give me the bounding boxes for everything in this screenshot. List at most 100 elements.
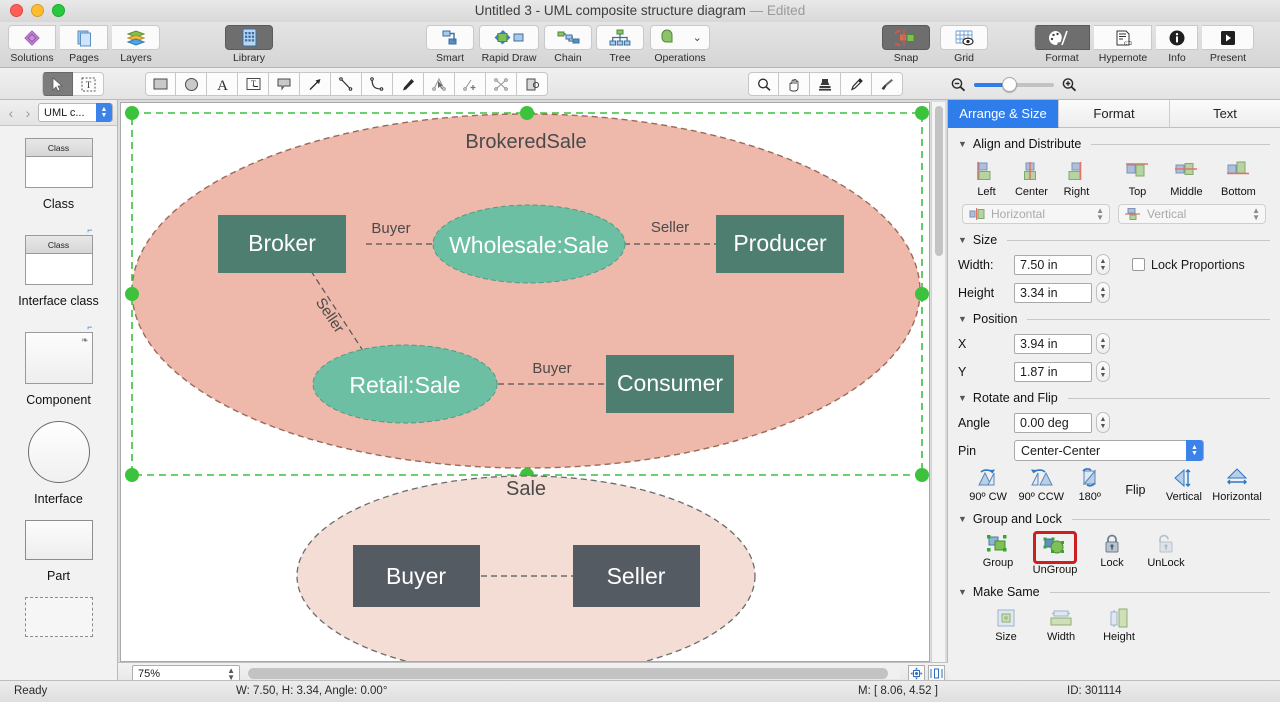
library-button[interactable]: Library	[222, 25, 276, 64]
ungroup-button[interactable]: UnGroup	[1024, 533, 1086, 576]
disclosure-triangle-icon[interactable]: ▼	[958, 235, 967, 245]
unlock-button[interactable]: UnLock	[1138, 533, 1194, 576]
disclosure-triangle-icon[interactable]: ▼	[958, 314, 967, 324]
zoom-slider[interactable]	[974, 83, 1054, 87]
part-seller[interactable]: Seller	[573, 545, 700, 607]
handle-top-center[interactable]	[520, 106, 534, 120]
canvas-vertical-scroll-thumb[interactable]	[935, 106, 943, 256]
line-tool[interactable]	[331, 72, 362, 96]
add-point-tool[interactable]	[455, 72, 486, 96]
shape-item-component[interactable]: ⌐ ❧ Component	[0, 322, 117, 407]
align-middle-button[interactable]: Middle	[1160, 159, 1213, 198]
tab-text[interactable]: Text	[1170, 100, 1280, 128]
handle-bottom-right[interactable]	[915, 468, 929, 482]
group-button[interactable]: Group	[972, 533, 1024, 576]
library-selector[interactable]: UML c... ▲▼	[38, 103, 113, 122]
disclosure-triangle-icon[interactable]: ▼	[958, 514, 967, 524]
angle-input[interactable]: 0.00 deg	[1014, 413, 1092, 433]
align-left-button[interactable]: Left	[964, 159, 1009, 198]
library-selector-stepper[interactable]: ▲▼	[96, 103, 112, 122]
canvas-vertical-scrollbar[interactable]	[931, 102, 945, 662]
height-input[interactable]: 3.34 in	[1014, 283, 1092, 303]
disclosure-triangle-icon[interactable]: ▼	[958, 393, 967, 403]
lock-button[interactable]: Lock	[1086, 533, 1138, 576]
canvas-horizontal-scroll-thumb[interactable]	[248, 668, 888, 679]
chevron-right-icon[interactable]: ›	[21, 105, 35, 121]
canvas-horizontal-scrollbar[interactable]	[248, 668, 900, 679]
eyedropper-tool[interactable]	[841, 72, 872, 96]
distribute-vertical-stepper[interactable]: ▲▼	[1252, 207, 1260, 221]
pin-select[interactable]: Center-Center ▲▼	[1014, 440, 1204, 461]
ellipse-tool[interactable]	[176, 72, 207, 96]
same-height-button[interactable]: Height	[1090, 607, 1148, 643]
align-section-header[interactable]: ▼ Align and Distribute	[958, 137, 1270, 151]
position-section-header[interactable]: ▼ Position	[958, 312, 1270, 326]
rapid-draw-button[interactable]: Rapid Draw	[476, 25, 542, 64]
handle-middle-right[interactable]	[915, 287, 929, 301]
make-same-section-header[interactable]: ▼ Make Same	[958, 585, 1270, 599]
disclosure-triangle-icon[interactable]: ▼	[958, 587, 967, 597]
group-section-header[interactable]: ▼ Group and Lock	[958, 512, 1270, 526]
part-consumer[interactable]: Consumer	[606, 355, 734, 413]
same-size-button[interactable]: Size	[980, 607, 1032, 643]
position-y-stepper[interactable]: ▲▼	[1096, 361, 1110, 382]
flip-horizontal-button[interactable]: Horizontal	[1208, 467, 1266, 503]
hypernote-link-tool[interactable]	[517, 72, 548, 96]
handle-top-left[interactable]	[125, 106, 139, 120]
width-input[interactable]: 7.50 in	[1014, 255, 1092, 275]
zoom-tool[interactable]	[748, 72, 779, 96]
same-width-button[interactable]: Width	[1032, 607, 1090, 643]
position-x-stepper[interactable]: ▲▼	[1096, 333, 1110, 354]
part-buyer[interactable]: Buyer	[353, 545, 480, 607]
text-tool[interactable]: A	[207, 72, 238, 96]
text-marquee-tool[interactable]: T	[73, 72, 104, 96]
pointer-tool[interactable]	[42, 72, 73, 96]
shape-item-part[interactable]: Part	[0, 520, 117, 583]
tree-button[interactable]: Tree	[594, 25, 646, 64]
smart-connector-button[interactable]: Smart	[424, 25, 476, 64]
format-button[interactable]: Format	[1032, 25, 1092, 64]
distribute-horizontal-stepper[interactable]: ▲▼	[1096, 207, 1104, 221]
lock-proportions-checkbox[interactable]: Lock Proportions	[1132, 258, 1245, 272]
grid-button[interactable]: Grid	[938, 25, 990, 64]
distribute-horizontal-select[interactable]: Horizontal ▲▼	[962, 204, 1110, 224]
part-retail-sale[interactable]: Retail:Sale	[313, 345, 497, 423]
text-box-tool[interactable]: T	[238, 72, 269, 96]
lock-proportions-box[interactable]	[1132, 258, 1145, 271]
size-section-header[interactable]: ▼ Size	[958, 233, 1270, 247]
align-center-button[interactable]: Center	[1009, 159, 1054, 198]
align-top-button[interactable]: Top	[1115, 159, 1160, 198]
diagram-canvas[interactable]: BrokeredSale Buyer Seller Seller Buyer B…	[120, 102, 930, 662]
shape-item-class[interactable]: Class Class	[0, 138, 117, 211]
position-y-input[interactable]: 1.87 in	[1014, 362, 1092, 382]
handle-middle-left[interactable]	[125, 287, 139, 301]
chain-button[interactable]: Chain	[542, 25, 594, 64]
zoom-out-icon[interactable]	[950, 77, 967, 93]
callout-tool[interactable]	[269, 72, 300, 96]
handle-top-right[interactable]	[915, 106, 929, 120]
flip-vertical-button[interactable]: Vertical	[1160, 467, 1208, 503]
rotate-ccw-button[interactable]: 90º CCW	[1014, 467, 1068, 503]
arrow-tool[interactable]	[300, 72, 331, 96]
rectangle-tool[interactable]	[145, 72, 176, 96]
shape-item-interface[interactable]: Interface	[0, 421, 117, 506]
part-producer[interactable]: Producer	[716, 215, 844, 273]
tab-arrange-size[interactable]: Arrange & Size	[948, 100, 1059, 128]
operations-button[interactable]: ⌄ Operations	[646, 25, 714, 64]
hand-tool[interactable]	[779, 72, 810, 96]
zoom-in-icon[interactable]	[1061, 77, 1078, 93]
chevron-left-icon[interactable]: ‹	[4, 105, 18, 121]
pin-select-stepper[interactable]: ▲▼	[1186, 440, 1203, 461]
height-stepper[interactable]: ▲▼	[1096, 282, 1110, 303]
layers-button[interactable]: Layers	[110, 25, 162, 64]
snap-button[interactable]: Snap	[880, 25, 932, 64]
present-button[interactable]: Present	[1200, 25, 1256, 64]
pages-button[interactable]: Pages	[58, 25, 110, 64]
position-x-input[interactable]: 3.94 in	[1014, 334, 1092, 354]
handle-bottom-left[interactable]	[125, 468, 139, 482]
rotate-180-button[interactable]: 180º	[1068, 467, 1111, 503]
pen-tool[interactable]	[393, 72, 424, 96]
zoom-slider-knob[interactable]	[1002, 77, 1017, 92]
hypernote-button[interactable]: c⊐ Hypernote	[1092, 25, 1154, 64]
shape-item-interface-class[interactable]: ⌐ Class Interface class	[0, 225, 117, 308]
